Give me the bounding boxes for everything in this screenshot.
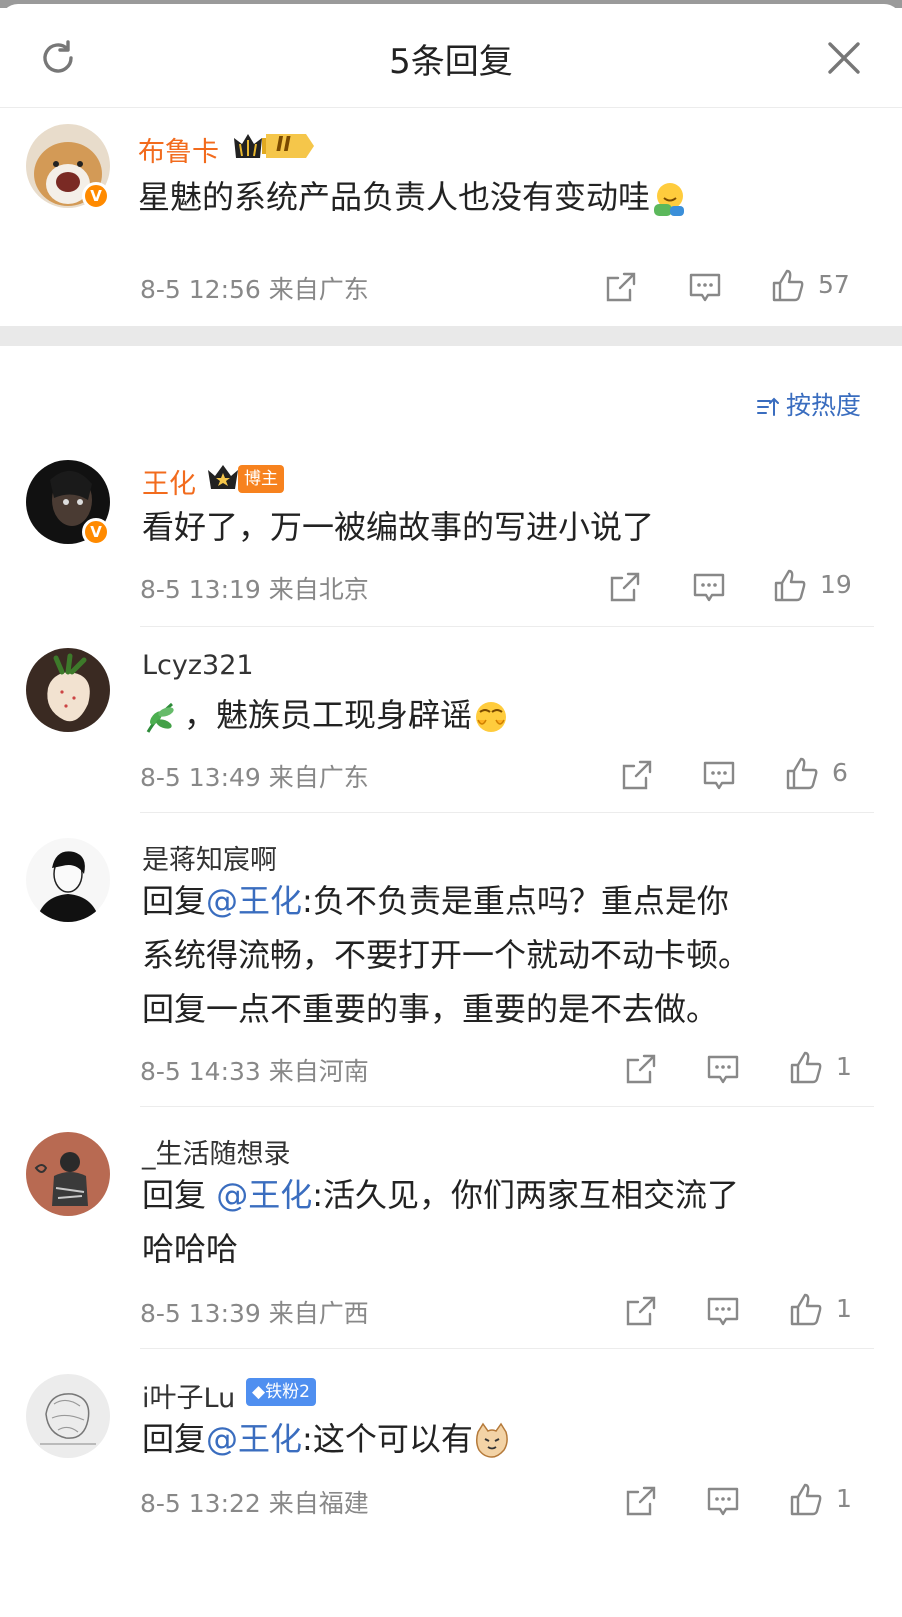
mention-link[interactable]: @王化 [206,1420,302,1458]
comment-text-body: 星魅的系统产品负责人也没有变动哇 [138,178,651,216]
reply-prefix: 回复 [142,1176,217,1214]
reply-time: 8-5 13:49 [140,763,261,792]
share-icon[interactable] [608,570,642,604]
avatar[interactable] [26,1374,110,1458]
share-icon[interactable] [624,1294,658,1328]
username[interactable]: 王化 [142,462,196,501]
comment-icon[interactable] [688,270,722,304]
like-count: 57 [818,270,850,299]
like-count: 1 [836,1484,852,1513]
section-divider [0,326,902,346]
reply-location: 来自广西 [268,1299,369,1328]
like-count: 6 [832,758,848,787]
reply-text-line-2: 哈哈哈 [142,1230,239,1268]
close-icon[interactable] [826,40,862,76]
row-divider [140,812,874,813]
level-badge-text: II [276,132,291,156]
crown-level-badge-icon [234,134,314,158]
row-divider [140,626,874,627]
reply-text-rest: :这个可以有 [302,1420,473,1458]
like-icon[interactable] [772,568,808,604]
crown-badge-icon [208,465,238,489]
comment-time: 8-5 12:56 [140,275,261,304]
fan-badge-label: 铁粉2 [265,1382,310,1402]
reply-text-line-2: 系统得流畅，不要打开一个就动不动卡顿。 [142,936,751,974]
reply-meta: 8-5 13:39 来自广西 [140,1294,369,1330]
reply-meta: 8-5 13:19 来自北京 [140,570,369,606]
replies-sheet: 5条回复 V 布鲁卡 II 星魅的系统产品负责人也没有变动哇 8-5 12:56… [0,4,902,1617]
verified-badge-icon: V [82,518,110,546]
reply-location: 来自广东 [268,763,369,792]
like-icon[interactable] [788,1050,824,1086]
reply-meta: 8-5 14:33 来自河南 [140,1052,369,1088]
reply-prefix: 回复 [142,882,207,920]
like-icon[interactable] [788,1292,824,1328]
avatar[interactable] [26,648,110,732]
comment-meta: 8-5 12:56 来自广东 [140,270,369,306]
reply-text: 看好了，万一被编故事的写进小说了 [142,508,655,546]
avatar[interactable] [26,1132,110,1216]
row-divider [140,1106,874,1107]
like-icon[interactable] [788,1482,824,1518]
face-emoji-icon [476,702,507,732]
comment-text: 星魅的系统产品负责人也没有变动哇 [138,170,688,224]
sort-button[interactable]: 按热度 [756,386,861,422]
reply-time: 8-5 13:39 [140,1299,261,1328]
reply-text-line-1: 回复 @王化:活久见，你们两家互相交流了 [142,1168,739,1222]
username[interactable]: _生活随想录 [142,1132,291,1171]
avatar[interactable] [26,838,110,922]
comment-icon[interactable] [692,570,726,604]
sort-label: 按热度 [786,391,862,420]
reply-location: 来自河南 [268,1057,369,1086]
reply-text: ，魅族员工现身辟谣 [142,688,510,742]
hug-emoji-icon [654,183,685,216]
share-icon[interactable] [624,1052,658,1086]
diamond-icon: ◆ [252,1382,266,1402]
reply-text-body: ，魅族员工现身辟谣 [184,696,473,734]
fan-badge: ◆铁粉2 [246,1378,316,1406]
like-icon[interactable] [784,756,820,792]
reply-text-line-1: 回复@王化:负不负责是重点吗？重点是你 [142,874,729,928]
share-icon[interactable] [604,270,638,304]
comment-icon[interactable] [706,1484,740,1518]
blogger-tag: 博主 [238,465,284,493]
comment-icon[interactable] [702,758,736,792]
username[interactable]: 布鲁卡 [138,130,219,169]
verified-badge-icon: V [82,182,110,210]
mention-link[interactable]: @王化 [216,1176,312,1214]
row-divider [140,1348,874,1349]
like-count: 1 [836,1052,852,1081]
reply-text-line-3: 回复一点不重要的事，重要的是不去做。 [142,990,719,1028]
reply-text-rest: :负不负责是重点吗？重点是你 [302,882,729,920]
mention-link[interactable]: @王化 [206,882,302,920]
sheet-header: 5条回复 [0,4,902,108]
reply-location: 来自北京 [268,575,369,604]
sheet-title: 5条回复 [389,42,513,82]
reply-time: 8-5 13:19 [140,575,261,604]
reply-time: 8-5 13:22 [140,1489,261,1518]
sort-icon [757,397,779,416]
username[interactable]: Lcyz321 [142,650,254,681]
share-icon[interactable] [624,1484,658,1518]
reply-text-line-1: 回复@王化:这个可以有 [142,1412,511,1466]
reply-time: 8-5 14:33 [140,1057,261,1086]
reply-location: 来自福建 [268,1489,369,1518]
share-icon[interactable] [620,758,654,792]
comment-icon[interactable] [706,1052,740,1086]
username[interactable]: 是蒋知宸啊 [142,838,277,877]
like-icon[interactable] [770,268,806,304]
like-count: 1 [836,1294,852,1323]
reply-meta: 8-5 13:22 来自福建 [140,1484,369,1520]
reply-prefix: 回复 [142,1420,207,1458]
reply-text-rest: :活久见，你们两家互相交流了 [312,1176,739,1214]
comment-icon[interactable] [706,1294,740,1328]
herb-emoji-icon [146,702,174,733]
comment-location: 来自广东 [268,275,369,304]
reply-meta: 8-5 13:49 来自广东 [140,758,369,794]
cat-emoji-icon [475,1422,508,1458]
username[interactable]: i叶子Lu [142,1376,235,1415]
like-count: 19 [820,570,852,599]
